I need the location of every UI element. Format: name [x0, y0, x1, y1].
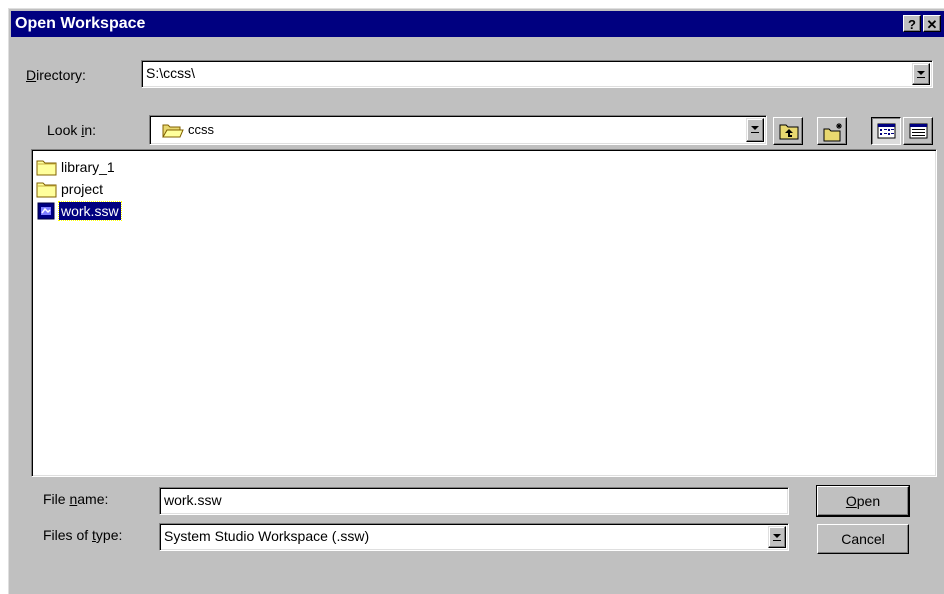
file-type-value: System Studio Workspace (.ssw) — [164, 528, 370, 544]
list-item[interactable]: library_1 — [36, 156, 117, 178]
open-workspace-dialog: Open Workspace ? ✕ Directory: S:\ccss\ L… — [8, 8, 944, 594]
file-name: library_1 — [61, 159, 115, 175]
folder-icon — [36, 160, 57, 176]
look-in-dropdown-button[interactable] — [746, 118, 764, 142]
open-button[interactable]: Open — [816, 485, 910, 517]
details-view-icon — [909, 123, 928, 139]
look-in-value: ccss — [188, 122, 214, 137]
directory-dropdown-button[interactable] — [912, 63, 930, 85]
file-name-value: work.ssw — [164, 492, 222, 508]
file-type-label: Files of type: — [43, 527, 123, 543]
file-type-combobox[interactable]: System Studio Workspace (.ssw) — [159, 523, 789, 551]
look-in-label: Look in: — [47, 122, 97, 138]
list-view-button[interactable] — [871, 117, 901, 145]
up-one-level-icon — [779, 124, 799, 140]
file-name-input[interactable]: work.ssw — [159, 487, 789, 515]
window-title: Open Workspace — [15, 15, 146, 32]
new-folder-icon — [823, 123, 842, 142]
help-button[interactable]: ? — [903, 15, 921, 32]
workspace-file-icon — [37, 202, 55, 220]
details-view-button[interactable] — [903, 117, 933, 145]
list-view-icon — [877, 123, 896, 139]
folder-icon — [36, 182, 57, 198]
directory-combobox[interactable]: S:\ccss\ — [141, 60, 933, 88]
title-bar[interactable]: Open Workspace ? ✕ — [11, 11, 944, 37]
file-name: work.ssw — [58, 201, 122, 221]
directory-label: Directory: — [26, 67, 86, 83]
cancel-button[interactable]: Cancel — [817, 524, 909, 554]
file-name-label: File name: — [43, 491, 109, 507]
folder-open-icon — [162, 122, 184, 141]
list-item[interactable]: work.ssw — [36, 200, 122, 222]
look-in-combobox[interactable]: ccss — [149, 115, 767, 145]
file-type-dropdown-button[interactable] — [768, 526, 786, 548]
file-list[interactable]: library_1 project work.ssw — [31, 149, 937, 477]
new-folder-button[interactable] — [817, 117, 847, 145]
close-button[interactable]: ✕ — [923, 15, 941, 32]
directory-value: S:\ccss\ — [146, 65, 196, 81]
up-one-level-button[interactable] — [773, 117, 803, 145]
file-name: project — [61, 181, 104, 197]
list-item[interactable]: project — [36, 178, 105, 200]
